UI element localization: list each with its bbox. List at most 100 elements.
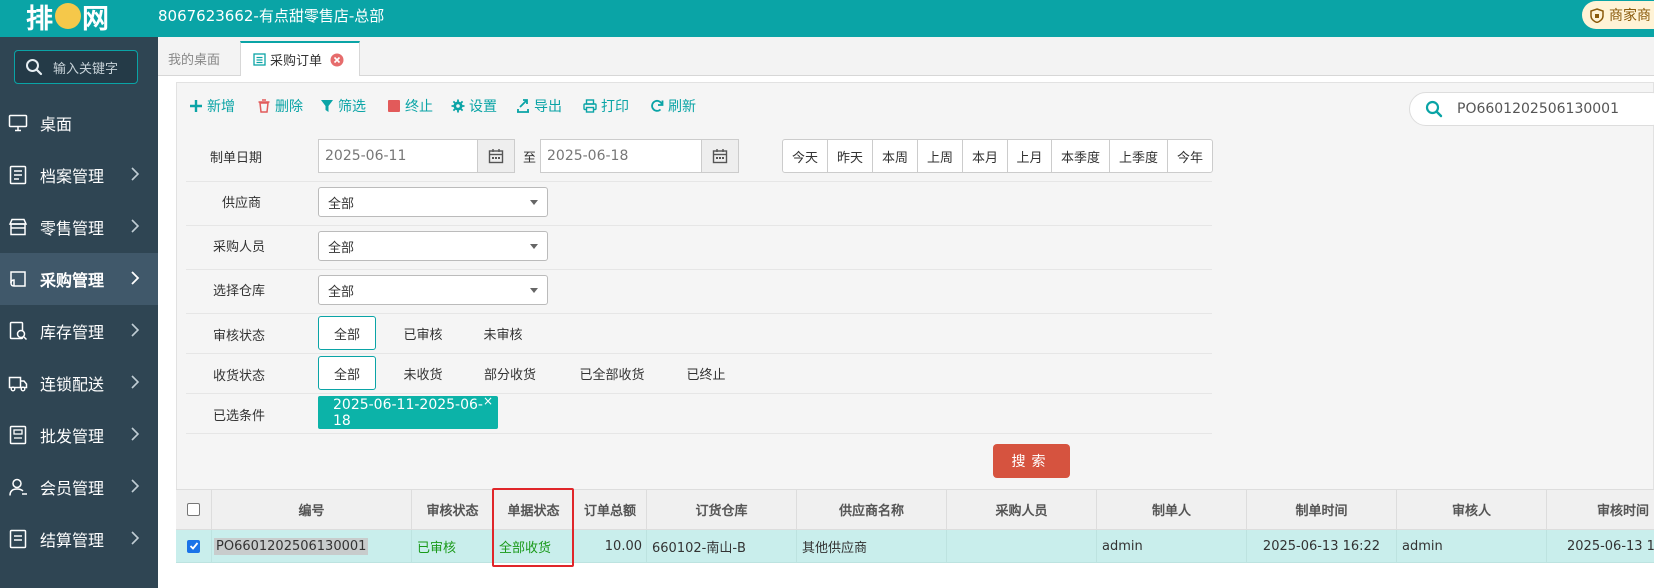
- row-divider: [186, 313, 1212, 314]
- header-auditor[interactable]: 审核人: [1396, 490, 1546, 529]
- header-buyer[interactable]: 采购人员: [946, 490, 1096, 529]
- cell-total: 10.00: [573, 530, 646, 562]
- refresh-icon: [651, 99, 664, 112]
- supplier-select[interactable]: 全部: [318, 187, 548, 217]
- chip-close-icon[interactable]: ×: [483, 394, 493, 408]
- search-button[interactable]: 搜索: [993, 444, 1070, 478]
- quick-range-this-month[interactable]: 本月: [962, 140, 1007, 172]
- date-to-calendar-button[interactable]: [701, 139, 739, 173]
- receive-option-all[interactable]: 全部: [318, 356, 376, 390]
- audit-option-all[interactable]: 全部: [318, 316, 376, 350]
- header-supplier[interactable]: 供应商名称: [796, 490, 946, 529]
- buyer-select[interactable]: 全部: [318, 231, 548, 261]
- export-button[interactable]: 导出: [516, 96, 562, 116]
- date-to-input[interactable]: 2025-06-18: [540, 139, 702, 173]
- receive-option-not-received[interactable]: 未收货: [392, 356, 454, 390]
- tab-purchase-order[interactable]: 采购订单: [240, 41, 360, 76]
- sidebar-item-wholesale[interactable]: 批发管理: [0, 409, 158, 461]
- sidebar-item-desktop[interactable]: 桌面: [0, 97, 158, 149]
- order-search-input[interactable]: PO6601202506130001: [1409, 92, 1654, 126]
- chevron-right-icon: [131, 219, 140, 233]
- filter-icon: [321, 100, 333, 112]
- check-icon: [189, 542, 198, 550]
- warehouse-select[interactable]: 全部: [318, 275, 548, 305]
- stop-button[interactable]: 终止: [387, 96, 433, 116]
- header-audited-at[interactable]: 审核时间: [1546, 490, 1654, 529]
- sidebar-item-label: 库存管理: [40, 323, 105, 342]
- quick-range-yesterday[interactable]: 昨天: [827, 140, 872, 172]
- gear-icon: [451, 99, 465, 113]
- table-row[interactable]: PO6601202506130001 已审核 全部收货 10.00 660102…: [176, 530, 1654, 563]
- header-audit-status[interactable]: 审核状态: [411, 490, 493, 529]
- sidebar-item-purchase[interactable]: 采购管理: [0, 253, 158, 305]
- calendar-icon: [488, 149, 504, 164]
- close-icon[interactable]: [330, 53, 344, 67]
- purchase-icon: [10, 271, 26, 287]
- selected-conditions-label: 已选条件: [213, 409, 266, 424]
- quick-range-today[interactable]: 今天: [783, 140, 827, 172]
- sidebar: 输入关键字 桌面 档案管理 零售管理 采购管理 库存管理 连锁配送 批发管理 会…: [0, 37, 158, 588]
- header-warehouse[interactable]: 订货仓库: [646, 490, 796, 529]
- date-to-separator: 至: [523, 151, 537, 166]
- print-button[interactable]: 打印: [583, 96, 629, 116]
- header-total[interactable]: 订单总额: [573, 490, 646, 529]
- select-all-checkbox[interactable]: [187, 503, 200, 516]
- export-label: 导出: [534, 99, 562, 115]
- sidebar-item-label: 连锁配送: [40, 375, 105, 394]
- row-divider: [186, 353, 1212, 354]
- sidebar-search-input[interactable]: 输入关键字: [14, 50, 138, 84]
- warehouse-value: 全部: [328, 284, 355, 300]
- header-id[interactable]: 编号: [211, 490, 411, 529]
- filter-button[interactable]: 筛选: [320, 96, 366, 116]
- quick-range-last-quarter[interactable]: 上季度: [1109, 140, 1167, 172]
- chevron-right-icon: [131, 167, 140, 181]
- date-from-calendar-button[interactable]: [477, 139, 515, 173]
- add-label: 新增: [207, 99, 235, 115]
- sidebar-item-member[interactable]: 会员管理: [0, 461, 158, 513]
- sidebar-item-settlement[interactable]: 结算管理: [0, 513, 158, 565]
- inventory-icon: [9, 321, 28, 341]
- receive-option-partial[interactable]: 部分收货: [476, 356, 544, 390]
- sidebar-item-label: 档案管理: [40, 167, 105, 186]
- table-header: 编号 审核状态 单据状态 订单总额 订货仓库 供应商名称 采购人员 制单人 制单…: [176, 489, 1654, 530]
- refresh-button[interactable]: 刷新: [650, 96, 696, 116]
- sidebar-item-chain-delivery[interactable]: 连锁配送: [0, 357, 158, 409]
- cell-auditor: admin: [1396, 530, 1546, 562]
- top-header: 排 网 8067623662-有点甜零售店-总部 商家商: [0, 0, 1654, 37]
- add-button[interactable]: 新增: [189, 96, 235, 116]
- sidebar-item-label: 批发管理: [40, 427, 105, 446]
- header-creator[interactable]: 制单人: [1096, 490, 1246, 529]
- audit-option-audited[interactable]: 已审核: [392, 316, 454, 350]
- sidebar-item-inventory[interactable]: 库存管理: [0, 305, 158, 357]
- printer-icon: [583, 99, 597, 113]
- buyer-label: 采购人员: [213, 240, 266, 255]
- quick-range-this-year[interactable]: 今年: [1167, 140, 1212, 172]
- date-from-input[interactable]: 2025-06-11: [318, 139, 478, 173]
- receive-option-stopped[interactable]: 已终止: [678, 356, 734, 390]
- audit-option-unaudited[interactable]: 未审核: [472, 316, 534, 350]
- logo-text-1: 排: [26, 4, 54, 35]
- quick-range-last-week[interactable]: 上周: [917, 140, 962, 172]
- merchant-button[interactable]: 商家商: [1582, 1, 1654, 29]
- delete-button[interactable]: 删除: [257, 96, 303, 116]
- quick-range-this-week[interactable]: 本周: [872, 140, 917, 172]
- logo[interactable]: 排 网: [26, 0, 110, 35]
- quick-range-last-month[interactable]: 上月: [1007, 140, 1051, 172]
- header-created-at[interactable]: 制单时间: [1246, 490, 1396, 529]
- row-checkbox[interactable]: [187, 539, 200, 553]
- receive-option-fully-received[interactable]: 已全部收货: [570, 356, 654, 390]
- tab-home[interactable]: 我的桌面: [168, 41, 220, 76]
- settings-button[interactable]: 设置: [451, 96, 497, 116]
- cell-id[interactable]: PO6601202506130001: [211, 530, 411, 562]
- quick-range-this-quarter[interactable]: 本季度: [1051, 140, 1109, 172]
- sidebar-item-retail[interactable]: 零售管理: [0, 201, 158, 253]
- cell-creator: admin: [1096, 530, 1246, 562]
- trash-icon: [258, 99, 270, 113]
- tab-label: 采购订单: [270, 54, 323, 69]
- sidebar-item-archive[interactable]: 档案管理: [0, 149, 158, 201]
- order-id[interactable]: PO6601202506130001: [214, 537, 369, 555]
- selected-condition-chip[interactable]: 2025-06-11-2025-06-18 ×: [318, 394, 498, 429]
- chip-label: 2025-06-11-2025-06-18: [333, 396, 483, 429]
- stop-icon: [388, 100, 400, 112]
- buyer-value: 全部: [328, 240, 355, 256]
